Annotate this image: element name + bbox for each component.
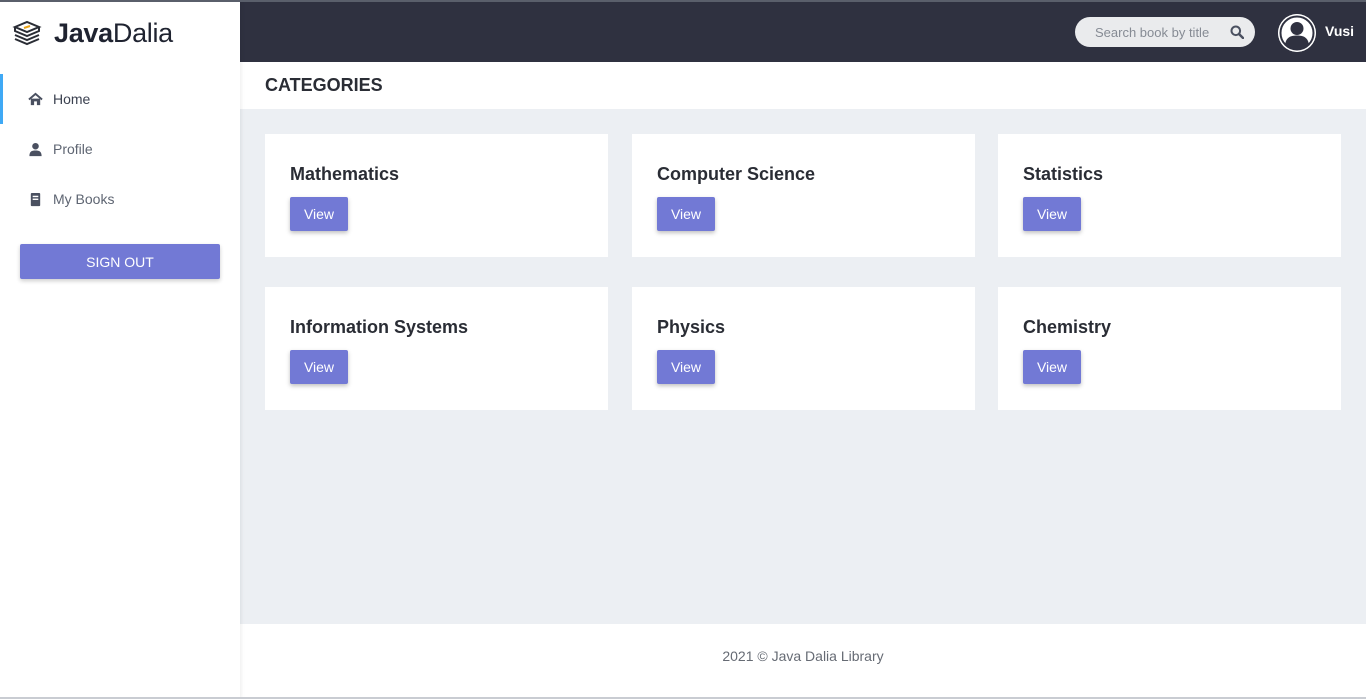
app-window: JavaDalia Home Profile My Books SIGN OUT… xyxy=(0,0,1366,699)
view-button[interactable]: View xyxy=(290,197,348,231)
username[interactable]: Vusi xyxy=(1325,23,1354,39)
sidebar-item-label: Profile xyxy=(53,141,93,157)
view-button[interactable]: View xyxy=(290,350,348,384)
footer: 2021 © Java Dalia Library xyxy=(240,624,1366,697)
brand-name: JavaDalia xyxy=(54,18,173,49)
user-avatar-icon[interactable] xyxy=(1278,14,1316,52)
brand[interactable]: JavaDalia xyxy=(0,2,240,64)
category-title: Statistics xyxy=(1023,164,1104,184)
brand-name-bold: Java xyxy=(54,17,113,48)
books-logo-icon xyxy=(12,19,42,47)
sidebar: JavaDalia Home Profile My Books SIGN OUT xyxy=(0,2,240,697)
sidebar-item-label: Home xyxy=(53,91,91,107)
category-card-information-systems: Information Systems View xyxy=(265,287,608,410)
sidebar-nav: Home Profile My Books xyxy=(0,74,240,224)
sign-out-button[interactable]: SIGN OUT xyxy=(20,244,220,279)
main-content: CATEGORIES Mathematics View Computer Sci… xyxy=(240,62,1366,624)
page-header: CATEGORIES xyxy=(240,62,1366,109)
sidebar-item-profile[interactable]: Profile xyxy=(0,124,240,174)
category-title: Information Systems xyxy=(290,317,469,337)
category-card-mathematics: Mathematics View xyxy=(265,134,608,257)
home-icon xyxy=(28,92,43,107)
sidebar-item-my-books[interactable]: My Books xyxy=(0,174,240,224)
view-button[interactable]: View xyxy=(1023,197,1081,231)
page-title: CATEGORIES xyxy=(265,75,383,95)
search-input[interactable] xyxy=(1095,24,1220,40)
category-title: Mathematics xyxy=(290,164,400,184)
topbar: Vusi xyxy=(240,2,1366,62)
book-icon xyxy=(28,192,43,207)
category-title: Chemistry xyxy=(1023,317,1112,337)
category-title: Computer Science xyxy=(657,164,816,184)
category-title: Physics xyxy=(657,317,726,337)
category-card-statistics: Statistics View xyxy=(998,134,1341,257)
category-card-chemistry: Chemistry View xyxy=(998,287,1341,410)
sidebar-item-home[interactable]: Home xyxy=(0,74,240,124)
view-button[interactable]: View xyxy=(657,350,715,384)
footer-copyright: 2021 © Java Dalia Library xyxy=(722,648,884,664)
category-card-computer-science: Computer Science View xyxy=(632,134,975,257)
sidebar-item-label: My Books xyxy=(53,191,115,207)
search-box xyxy=(1075,17,1255,47)
view-button[interactable]: View xyxy=(1023,350,1081,384)
view-button[interactable]: View xyxy=(657,197,715,231)
user-icon xyxy=(28,142,43,157)
brand-name-light: Dalia xyxy=(112,17,173,48)
category-card-physics: Physics View xyxy=(632,287,975,410)
search-icon[interactable] xyxy=(1230,25,1245,40)
